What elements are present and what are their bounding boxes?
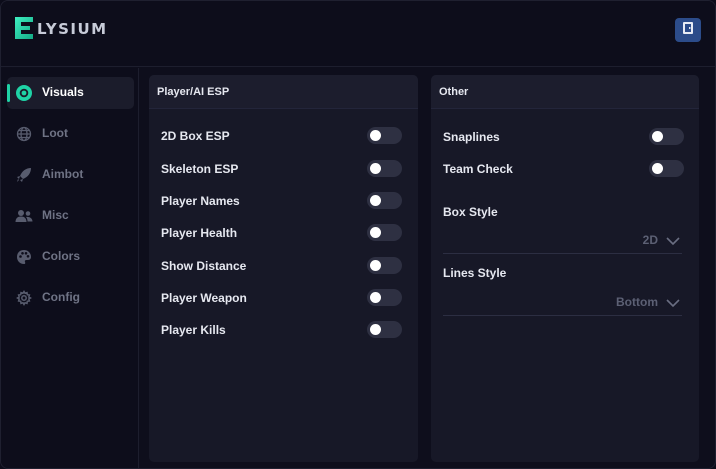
toggle-label: Player Names — [161, 194, 240, 208]
toggle-label: Player Weapon — [161, 291, 247, 305]
box-style-dropdown[interactable]: 2D — [443, 228, 682, 254]
sidebar-item-config[interactable]: Config — [7, 282, 134, 314]
sidebar-item-colors[interactable]: Colors — [7, 241, 134, 273]
toggle-row-skeleton-esp: Skeleton ESP — [149, 159, 418, 179]
toggle-row-snaplines: Snaplines — [431, 127, 699, 147]
dropdown-value: 2D — [642, 233, 658, 247]
door-exit-icon — [681, 21, 695, 40]
box-style-label: Box Style — [443, 205, 498, 219]
active-indicator — [7, 84, 10, 102]
toggle-label: Skeleton ESP — [161, 162, 239, 176]
sidebar-item-label: Aimbot — [42, 167, 84, 181]
snaplines-toggle[interactable] — [649, 128, 684, 145]
gear-icon — [15, 289, 33, 307]
toggle-row-2d-box-esp: 2D Box ESP — [149, 126, 418, 146]
palette-icon — [15, 248, 33, 266]
app-window: LYSIUM Visuals Loot Aimbot Misc Colors C… — [0, 0, 716, 469]
toggle-label: 2D Box ESP — [161, 129, 230, 143]
player-names-toggle[interactable] — [367, 192, 402, 209]
rocket-icon — [15, 166, 33, 184]
sidebar-item-aimbot[interactable]: Aimbot — [7, 159, 134, 191]
target-ring-icon — [15, 84, 33, 102]
toggle-label: Player Health — [161, 226, 238, 240]
panel-title: Player/AI ESP — [149, 75, 418, 109]
users-icon — [15, 207, 33, 225]
panel-title: Other — [431, 75, 699, 109]
player-kills-toggle[interactable] — [367, 321, 402, 338]
sidebar-item-label: Visuals — [42, 85, 84, 99]
toggle-row-player-kills: Player Kills — [149, 320, 418, 340]
toggle-row-team-check: Team Check — [431, 159, 699, 179]
toggle-knob — [370, 195, 381, 206]
esp-panel: Player/AI ESP 2D Box ESP Skeleton ESP Pl… — [149, 75, 418, 462]
sidebar-item-label: Config — [42, 290, 80, 304]
toggle-knob — [370, 292, 381, 303]
sidebar-item-misc[interactable]: Misc — [7, 200, 134, 232]
chevron-down-icon — [666, 233, 680, 246]
toggle-knob — [652, 131, 663, 142]
toggle-label: Show Distance — [161, 259, 247, 273]
lines-style-label: Lines Style — [443, 266, 507, 280]
sidebar-item-loot[interactable]: Loot — [7, 118, 134, 150]
toggle-knob — [370, 163, 381, 174]
chevron-down-icon — [666, 295, 680, 308]
other-panel: Other Snaplines Team Check Box Style 2D … — [431, 75, 699, 462]
logo-mark-icon — [13, 15, 35, 41]
player-weapon-toggle[interactable] — [367, 289, 402, 306]
show-distance-toggle[interactable] — [367, 257, 402, 274]
toggle-knob — [370, 130, 381, 141]
logo-text: LYSIUM — [37, 19, 108, 38]
sidebar-item-label: Colors — [42, 249, 81, 263]
toggle-row-show-distance: Show Distance — [149, 256, 418, 276]
exit-button[interactable] — [675, 18, 701, 42]
toggle-label: Team Check — [443, 162, 513, 176]
2d-box-esp-toggle[interactable] — [367, 127, 402, 144]
toggle-label: Player Kills — [161, 323, 226, 337]
skeleton-esp-toggle[interactable] — [367, 160, 402, 177]
lines-style-dropdown[interactable]: Bottom — [443, 290, 682, 316]
sidebar: Visuals Loot Aimbot Misc Colors Config — [1, 68, 139, 468]
sidebar-item-label: Loot — [42, 126, 68, 140]
toggle-row-player-weapon: Player Weapon — [149, 288, 418, 308]
dropdown-value: Bottom — [616, 295, 658, 309]
team-check-toggle[interactable] — [649, 160, 684, 177]
globe-icon — [15, 125, 33, 143]
toggle-knob — [370, 260, 381, 271]
sidebar-item-label: Misc — [42, 208, 69, 222]
toggle-row-player-health: Player Health — [149, 223, 418, 243]
toggle-label: Snaplines — [443, 130, 500, 144]
header-bar: LYSIUM — [1, 1, 715, 67]
toggle-knob — [370, 324, 381, 335]
toggle-knob — [652, 163, 663, 174]
sidebar-item-visuals[interactable]: Visuals — [7, 77, 134, 109]
player-health-toggle[interactable] — [367, 224, 402, 241]
toggle-row-player-names: Player Names — [149, 191, 418, 211]
toggle-knob — [370, 227, 381, 238]
logo: LYSIUM — [13, 15, 108, 41]
